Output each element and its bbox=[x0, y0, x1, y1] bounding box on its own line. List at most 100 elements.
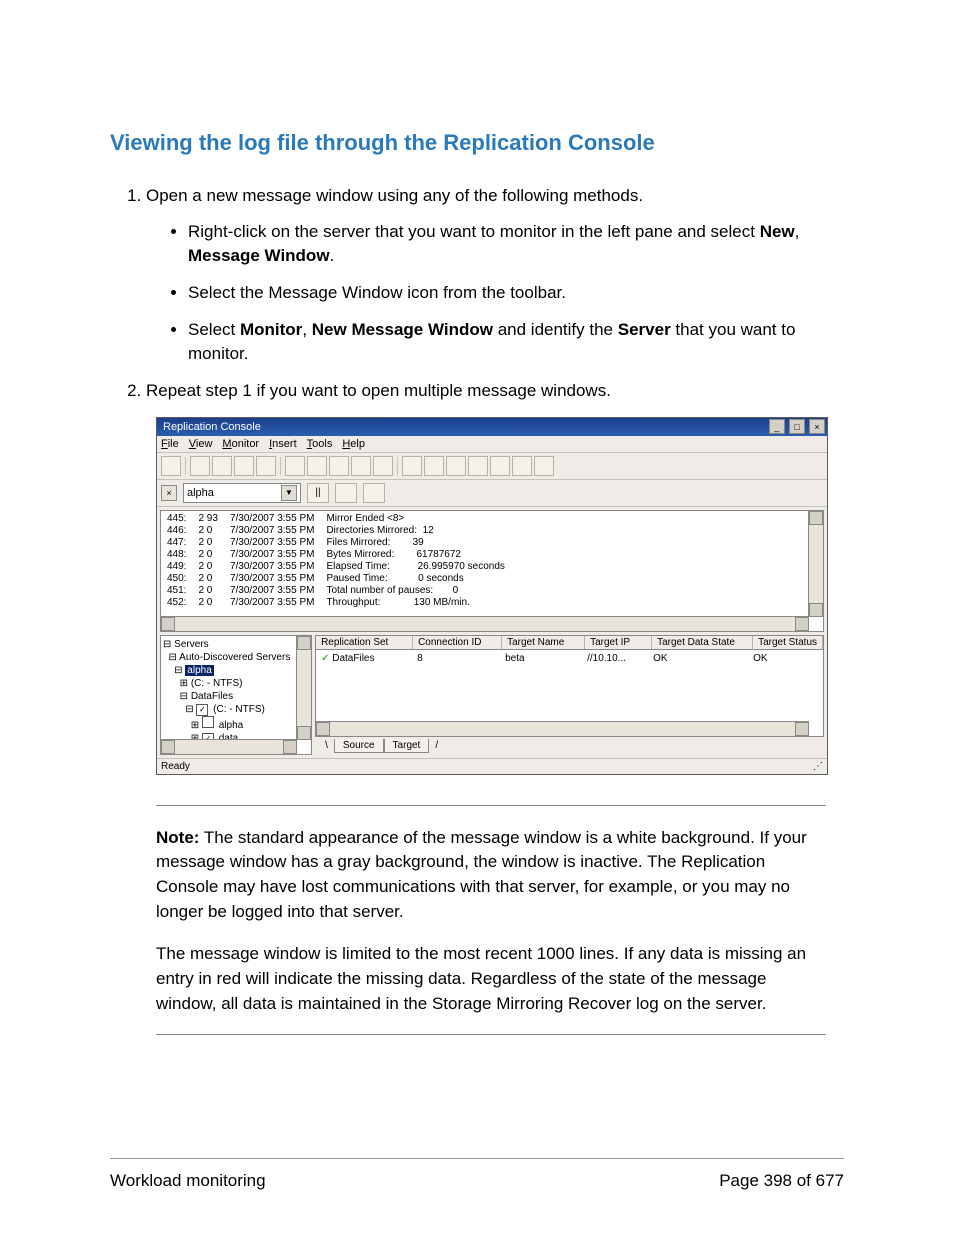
tree-root-servers[interactable]: ⊟ Servers bbox=[163, 638, 309, 651]
toolbar-button[interactable] bbox=[307, 456, 327, 476]
toolbar-button[interactable] bbox=[234, 456, 254, 476]
period: . bbox=[330, 246, 335, 265]
filter-toolbar-button[interactable] bbox=[335, 483, 357, 503]
toolbar-button[interactable] bbox=[512, 456, 532, 476]
titlebar[interactable]: Replication Console _ □ × bbox=[157, 418, 827, 436]
scroll-left-icon[interactable] bbox=[316, 722, 330, 736]
b3c: and identify the bbox=[493, 320, 618, 339]
checkbox-icon[interactable]: ✓ bbox=[196, 704, 208, 716]
toolbar-button[interactable] bbox=[329, 456, 349, 476]
toolbar-separator bbox=[397, 457, 398, 475]
server-combo[interactable]: alpha ▼ bbox=[183, 483, 301, 503]
tree-alpha[interactable]: ⊟ alpha bbox=[163, 664, 309, 677]
table-row[interactable]: ✓ DataFiles 8 beta //10.10... OK OK bbox=[316, 650, 823, 667]
toolbar-button[interactable] bbox=[446, 456, 466, 476]
col-target-status[interactable]: Target Status bbox=[753, 636, 823, 649]
cell-repset: ✓ DataFiles bbox=[316, 652, 412, 665]
filter-toolbar-button[interactable] bbox=[363, 483, 385, 503]
note-label: Note: bbox=[156, 828, 199, 847]
minimize-button[interactable]: _ bbox=[769, 419, 785, 434]
resize-grip-icon[interactable]: ⋰ bbox=[813, 761, 823, 772]
note-p2: The message window is limited to the mos… bbox=[156, 942, 826, 1016]
page-heading: Viewing the log file through the Replica… bbox=[110, 130, 844, 156]
divider bbox=[156, 805, 826, 806]
scrollbar-vertical[interactable] bbox=[808, 511, 823, 617]
checkbox-icon[interactable] bbox=[202, 716, 214, 728]
scroll-down-icon[interactable] bbox=[809, 603, 823, 617]
log-col-datetime: 7/30/2007 3:55 PM 7/30/2007 3:55 PM 7/30… bbox=[224, 511, 321, 631]
log-listbox[interactable]: 445: 446: 447: 448: 449: 450: 451: 452: … bbox=[160, 510, 824, 632]
toolbar bbox=[157, 453, 827, 480]
maximize-button[interactable]: □ bbox=[789, 419, 805, 434]
toolbar-button[interactable] bbox=[351, 456, 371, 476]
scroll-right-icon[interactable] bbox=[795, 722, 809, 736]
cell-targetname: beta bbox=[500, 652, 582, 665]
close-panel-button[interactable]: × bbox=[161, 485, 177, 501]
menu-view[interactable]: View bbox=[189, 438, 213, 450]
bold-new: New bbox=[760, 222, 795, 241]
scroll-left-icon[interactable] bbox=[161, 740, 175, 754]
pause-button[interactable]: || bbox=[307, 483, 329, 503]
bold-server: Server bbox=[618, 320, 671, 339]
status-text: Ready bbox=[161, 761, 190, 772]
toolbar-button[interactable] bbox=[285, 456, 305, 476]
tree-autodiscovered[interactable]: ⊟ Auto-Discovered Servers bbox=[163, 651, 309, 664]
tree-c-ntfs[interactable]: ⊞ (C: - NTFS) bbox=[163, 677, 309, 690]
col-replication-set[interactable]: Replication Set bbox=[316, 636, 413, 649]
col-target-data-state[interactable]: Target Data State bbox=[652, 636, 753, 649]
cell-targetip: //10.10... bbox=[582, 652, 648, 665]
bullet-2: Select the Message Window icon from the … bbox=[188, 281, 844, 306]
toolbar-button[interactable] bbox=[534, 456, 554, 476]
table-header: Replication Set Connection ID Target Nam… bbox=[316, 636, 823, 650]
scroll-right-icon[interactable] bbox=[283, 740, 297, 754]
tree-alpha-sub[interactable]: ⊞ alpha bbox=[163, 716, 309, 732]
log-col-message: Mirror Ended <8> Directories Mirrored: 1… bbox=[320, 511, 510, 631]
menu-help[interactable]: Help bbox=[342, 438, 365, 450]
scroll-right-icon[interactable] bbox=[795, 617, 809, 631]
menu-insert[interactable]: Insert bbox=[269, 438, 297, 450]
note-p1: The standard appearance of the message w… bbox=[156, 828, 807, 921]
col-target-ip[interactable]: Target IP bbox=[585, 636, 652, 649]
server-tree[interactable]: ⊟ Servers ⊟ Auto-Discovered Servers ⊟ al… bbox=[160, 635, 312, 755]
tree-c-ntfs-2[interactable]: ⊟ ✓ (C: - NTFS) bbox=[163, 703, 309, 716]
status-bar: Ready ⋰ bbox=[157, 758, 827, 774]
tab-source[interactable]: Source bbox=[334, 739, 384, 753]
scrollbar-vertical[interactable] bbox=[296, 636, 311, 740]
scroll-up-icon[interactable] bbox=[809, 511, 823, 525]
bold-monitor: Monitor bbox=[240, 320, 302, 339]
scrollbar-horizontal[interactable] bbox=[161, 739, 297, 754]
tree-datafiles[interactable]: ⊟ DataFiles bbox=[163, 690, 309, 703]
close-button[interactable]: × bbox=[809, 419, 825, 434]
toolbar-button[interactable] bbox=[212, 456, 232, 476]
toolbar-button[interactable] bbox=[490, 456, 510, 476]
menu-file[interactable]: File bbox=[161, 438, 179, 450]
toolbar-button[interactable] bbox=[373, 456, 393, 476]
check-icon: ✓ bbox=[321, 653, 329, 664]
menubar: File View Monitor Insert Tools Help bbox=[157, 436, 827, 453]
page-footer: Workload monitoring Page 398 of 677 bbox=[110, 1158, 844, 1191]
b3a: Select bbox=[188, 320, 240, 339]
scroll-left-icon[interactable] bbox=[161, 617, 175, 631]
scrollbar-horizontal[interactable] bbox=[316, 721, 809, 736]
col-target-name[interactable]: Target Name bbox=[502, 636, 585, 649]
replication-table[interactable]: Replication Set Connection ID Target Nam… bbox=[315, 635, 824, 737]
menu-monitor[interactable]: Monitor bbox=[222, 438, 259, 450]
note-block: Note: The standard appearance of the mes… bbox=[156, 826, 826, 1016]
footer-left: Workload monitoring bbox=[110, 1171, 266, 1191]
scroll-up-icon[interactable] bbox=[297, 636, 311, 650]
toolbar-button[interactable] bbox=[402, 456, 422, 476]
toolbar-button[interactable] bbox=[190, 456, 210, 476]
tree-selected-label: alpha bbox=[185, 665, 213, 676]
replication-console-window: Replication Console _ □ × File View Moni… bbox=[156, 417, 828, 775]
toolbar-button[interactable] bbox=[161, 456, 181, 476]
col-connection-id[interactable]: Connection ID bbox=[413, 636, 502, 649]
tab-bar: \ Source Target / bbox=[315, 737, 824, 755]
scrollbar-horizontal[interactable] bbox=[161, 616, 809, 631]
toolbar-button[interactable] bbox=[256, 456, 276, 476]
scroll-down-icon[interactable] bbox=[297, 726, 311, 740]
toolbar-button[interactable] bbox=[468, 456, 488, 476]
toolbar-button[interactable] bbox=[424, 456, 444, 476]
chevron-down-icon[interactable]: ▼ bbox=[281, 485, 297, 501]
menu-tools[interactable]: Tools bbox=[307, 438, 333, 450]
tab-target[interactable]: Target bbox=[384, 739, 430, 753]
